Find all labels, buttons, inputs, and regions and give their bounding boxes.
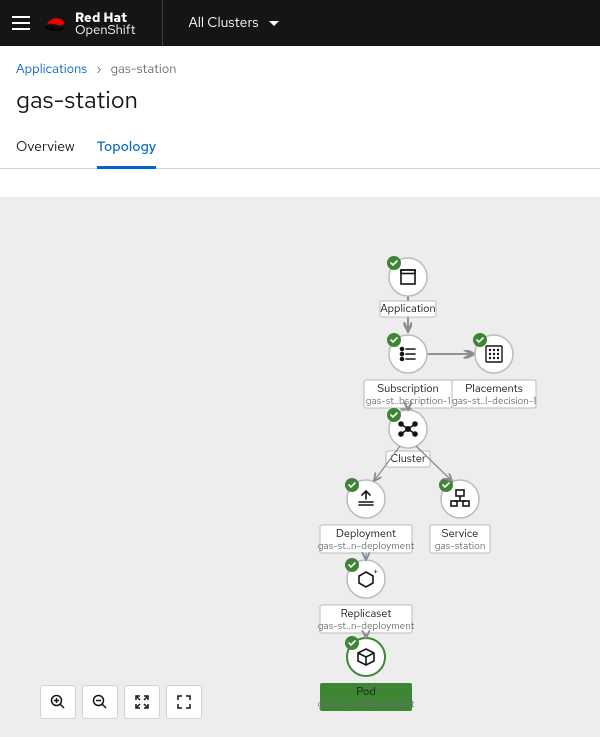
brand-logo[interactable]: Red Hat OpenShift [42, 11, 136, 36]
node-application[interactable] [387, 256, 427, 296]
cluster-switcher-label: All Clusters [189, 14, 259, 32]
node-cluster[interactable] [387, 408, 427, 448]
zoom-in-button[interactable] [40, 685, 76, 719]
node-placements[interactable] [473, 333, 513, 373]
node-replicaset[interactable]: + [345, 558, 385, 598]
masthead: Red Hat OpenShift All Clusters [0, 0, 600, 46]
node-subscription-sub: gas-st..bscription-1 [366, 395, 451, 408]
node-placements-sub: gas-st..l-decision-1 [452, 395, 536, 408]
node-application-label: Application [380, 302, 435, 316]
topology-toolbar [40, 685, 202, 719]
page-title: gas-station [0, 83, 600, 130]
breadcrumb-root-link[interactable]: Applications [16, 60, 87, 77]
topology-canvas[interactable]: Application Subscription gas-st..bscript… [0, 197, 600, 737]
node-placements-label: Placements [465, 382, 523, 396]
node-subscription-label: Subscription [377, 382, 438, 396]
node-deployment-label: Deployment [336, 527, 396, 541]
node-replicaset-sub: gas-st..n-deployment [318, 620, 415, 633]
cluster-switcher[interactable]: All Clusters [183, 10, 285, 36]
node-service-label: Service [442, 527, 479, 541]
node-pod-sub: gas-st..n-deployment [318, 698, 415, 711]
chevron-down-icon [269, 21, 279, 26]
brand-line2: OpenShift [75, 23, 136, 36]
nav-toggle-button[interactable] [8, 11, 32, 35]
tab-overview[interactable]: Overview [16, 130, 75, 168]
zoom-out-icon [92, 694, 108, 710]
breadcrumb-current: gas-station [110, 60, 176, 77]
node-pod-label: Pod [356, 685, 375, 699]
node-subscription[interactable] [387, 333, 427, 373]
node-deployment-sub: gas-st..n-deployment [318, 540, 415, 553]
node-replicaset-label: Replicaset [341, 607, 392, 621]
tab-topology[interactable]: Topology [97, 130, 156, 169]
chevron-right-icon: › [96, 60, 101, 77]
fit-icon [134, 694, 150, 710]
page-tabs: Overview Topology [0, 130, 600, 169]
fullscreen-icon [176, 694, 192, 710]
node-service-sub: gas-station [435, 540, 486, 553]
svg-text:+: + [373, 566, 378, 578]
zoom-in-icon [50, 694, 66, 710]
node-cluster-label: Cluster [390, 452, 426, 466]
topology-svg: Application Subscription gas-st..bscript… [0, 197, 600, 737]
node-service[interactable] [439, 478, 479, 518]
masthead-divider [162, 0, 163, 46]
node-deployment[interactable] [345, 478, 385, 518]
breadcrumb: Applications › gas-station [0, 46, 600, 83]
redhat-fedora-icon [42, 14, 68, 32]
node-pod[interactable] [345, 636, 385, 676]
subscription-icon [401, 348, 416, 361]
fit-button[interactable] [124, 685, 160, 719]
fullscreen-button[interactable] [166, 685, 202, 719]
zoom-out-button[interactable] [82, 685, 118, 719]
